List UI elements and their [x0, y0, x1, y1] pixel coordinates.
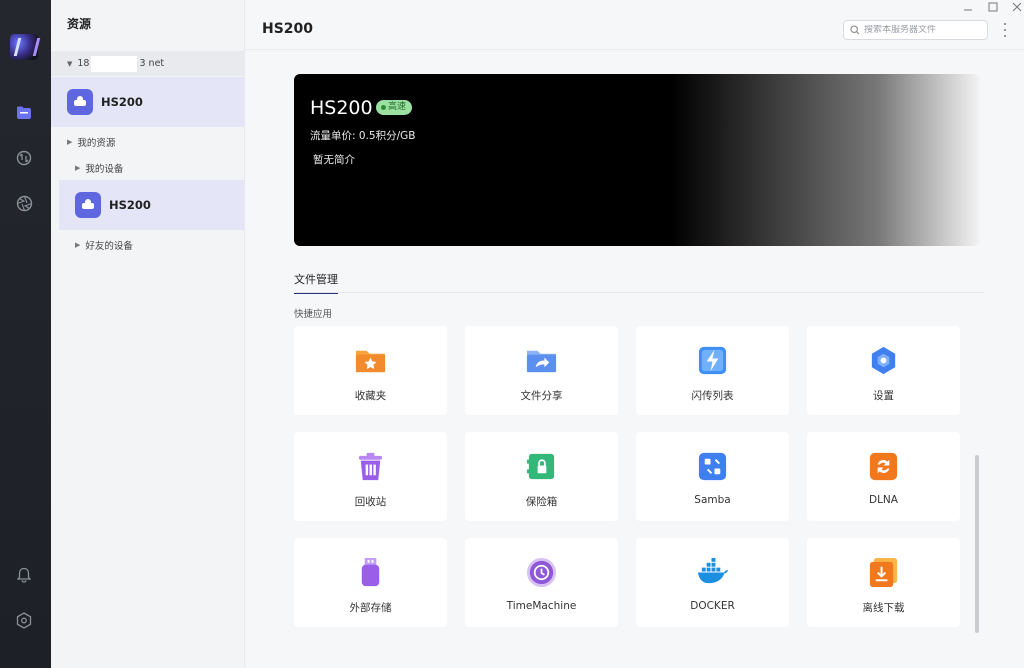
favorites-folder-icon	[355, 350, 386, 373]
app-tile-label: 回收站	[354, 496, 387, 508]
tab-file-management[interactable]: 文件管理	[294, 271, 338, 294]
app-tile-label: Samba	[694, 494, 731, 506]
app-tile-label: 闪传列表	[691, 390, 734, 402]
app-tile-label: DLNA	[869, 494, 898, 506]
offline-download-icon	[869, 557, 898, 588]
device-banner: HS200 高速 流量单价: 0.5积分/GB 暂无简介	[294, 74, 980, 246]
expand-triangle-icon: ▶	[75, 241, 81, 249]
more-menu-icon[interactable]	[1001, 23, 1009, 37]
app-tile-samba[interactable]: Samba	[636, 432, 789, 521]
app-tile-favorites[interactable]: 收藏夹	[294, 326, 447, 415]
app-tile-file-share[interactable]: 文件分享	[465, 326, 618, 415]
safe-box-icon	[526, 453, 555, 480]
tree-my-resources[interactable]: ▶ 我的资源	[67, 135, 115, 149]
tree-friends-devices[interactable]: ▶ 好友的设备	[75, 238, 133, 252]
account-row[interactable]: ▼ 18 3 net	[51, 51, 245, 76]
tab-divider	[294, 292, 984, 293]
app-tile-dlna[interactable]: DLNA	[807, 432, 960, 521]
main-panel: HS200 HS200 高速 流量单价: 0.5积分/GB 暂无简介 文件管理 …	[245, 0, 1024, 668]
files-nav-icon[interactable]	[12, 101, 36, 125]
settings-hex-icon[interactable]	[12, 608, 36, 632]
search-input[interactable]	[864, 25, 982, 35]
app-tile-settings[interactable]: 设置	[807, 326, 960, 415]
app-tile-label: 保险箱	[525, 496, 558, 508]
transfer-nav-icon[interactable]	[12, 146, 36, 170]
minimize-icon[interactable]	[959, 0, 977, 14]
time-machine-icon	[526, 557, 557, 588]
expand-triangle-icon: ▶	[67, 138, 73, 146]
aperture-nav-icon[interactable]	[12, 191, 36, 215]
banner-description: 暂无简介	[313, 154, 355, 166]
bell-icon[interactable]	[12, 563, 36, 587]
resource-sidebar: 资源 ▼ 18 3 net HS200 ▶ 我的资源 ▶ 我的设备 HS200 …	[51, 0, 245, 668]
app-tile-recycle-bin[interactable]: 回收站	[294, 432, 447, 521]
quick-apps-label: 快捷应用	[294, 309, 333, 320]
banner-price: 流量单价: 0.5积分/GB	[310, 130, 416, 142]
account-suffix: 3 net	[139, 58, 165, 69]
device-name: HS200	[109, 198, 151, 212]
trash-icon	[358, 452, 383, 481]
device-name: HS200	[101, 95, 143, 109]
collapse-triangle-icon: ▼	[67, 59, 73, 68]
close-icon[interactable]	[1008, 0, 1024, 14]
flash-transfer-icon	[698, 346, 727, 375]
app-tile-label: 离线下载	[862, 602, 905, 614]
app-tile-external-storage[interactable]: 外部存储	[294, 538, 447, 627]
app-tile-safe-box[interactable]: 保险箱	[465, 432, 618, 521]
maximize-icon[interactable]	[984, 0, 1002, 14]
app-logo	[10, 34, 38, 60]
account-prefix: 18	[77, 58, 90, 69]
app-tile-label: DOCKER	[690, 600, 735, 612]
tree-label: 我的设备	[85, 164, 124, 175]
app-tile-label: 收藏夹	[354, 390, 387, 402]
app-tile-label: 文件分享	[520, 390, 563, 402]
search-icon	[850, 25, 860, 35]
top-bar: HS200	[245, 0, 1024, 50]
banner-device-name: HS200	[310, 97, 373, 119]
share-folder-icon	[526, 350, 557, 373]
app-tile-label: 设置	[873, 390, 894, 402]
vertical-scrollbar[interactable]	[975, 455, 979, 633]
usb-storage-icon	[361, 557, 380, 587]
device-card-selected[interactable]: HS200	[51, 77, 245, 127]
app-rail	[0, 0, 51, 668]
app-tile-label: TimeMachine	[506, 600, 577, 612]
device-card-my[interactable]: HS200	[59, 180, 245, 230]
app-tile-label: 外部存储	[349, 602, 392, 614]
expand-triangle-icon: ▶	[75, 164, 81, 172]
page-title: HS200	[262, 21, 314, 37]
server-icon	[67, 89, 93, 115]
dlna-icon	[869, 452, 898, 481]
app-tile-docker[interactable]: DOCKER	[636, 538, 789, 627]
samba-icon	[698, 452, 727, 481]
docker-icon	[697, 557, 729, 584]
tree-my-devices[interactable]: ▶ 我的设备	[75, 161, 123, 175]
tree-label: 好友的设备	[85, 241, 133, 252]
settings-gear-icon	[871, 346, 896, 375]
app-tile-time-machine[interactable]: TimeMachine	[465, 538, 618, 627]
account-redaction	[91, 55, 138, 72]
tree-label: 我的资源	[77, 138, 116, 149]
server-icon	[75, 192, 101, 218]
speed-badge: 高速	[376, 100, 413, 115]
app-tile-offline-download[interactable]: 离线下载	[807, 538, 960, 627]
sidebar-title: 资源	[67, 17, 92, 31]
app-tile-flash-list[interactable]: 闪传列表	[636, 326, 789, 415]
search-box[interactable]	[843, 20, 988, 40]
